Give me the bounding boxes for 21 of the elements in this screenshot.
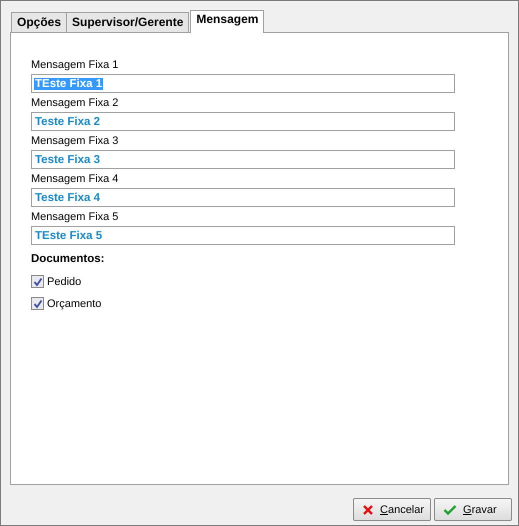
- x-icon: [362, 504, 374, 516]
- save-button[interactable]: Gravar: [434, 498, 512, 521]
- tab[interactable]: Supervisor/Gerente: [66, 12, 190, 32]
- field-label: Mensagem Fixa 2: [31, 97, 120, 110]
- text-field[interactable]: Teste Fixa 2: [31, 112, 455, 131]
- text-field[interactable]: Teste Fixa 4: [31, 188, 455, 207]
- checkbox[interactable]: [31, 297, 44, 310]
- field-label: Mensagem Fixa 1: [31, 59, 120, 72]
- checkbox-label: Orçamento: [47, 298, 102, 310]
- field-label: Mensagem Fixa 5: [31, 211, 120, 224]
- text-field[interactable]: TEste Fixa 5: [31, 226, 455, 245]
- cancel-button[interactable]: Cancelar: [353, 498, 431, 521]
- tab[interactable]: Mensagem: [190, 10, 264, 33]
- section-heading: Documentos:: [31, 253, 106, 265]
- field-label: Mensagem Fixa 3: [31, 135, 120, 148]
- checkbox[interactable]: [31, 275, 44, 288]
- field-label: Mensagem Fixa 4: [31, 173, 120, 186]
- checkbox-label: Pedido: [47, 276, 82, 288]
- tab[interactable]: Opções: [11, 12, 68, 32]
- text-field[interactable]: Teste Fixa 3: [31, 150, 455, 169]
- checkmark-icon: [443, 504, 457, 516]
